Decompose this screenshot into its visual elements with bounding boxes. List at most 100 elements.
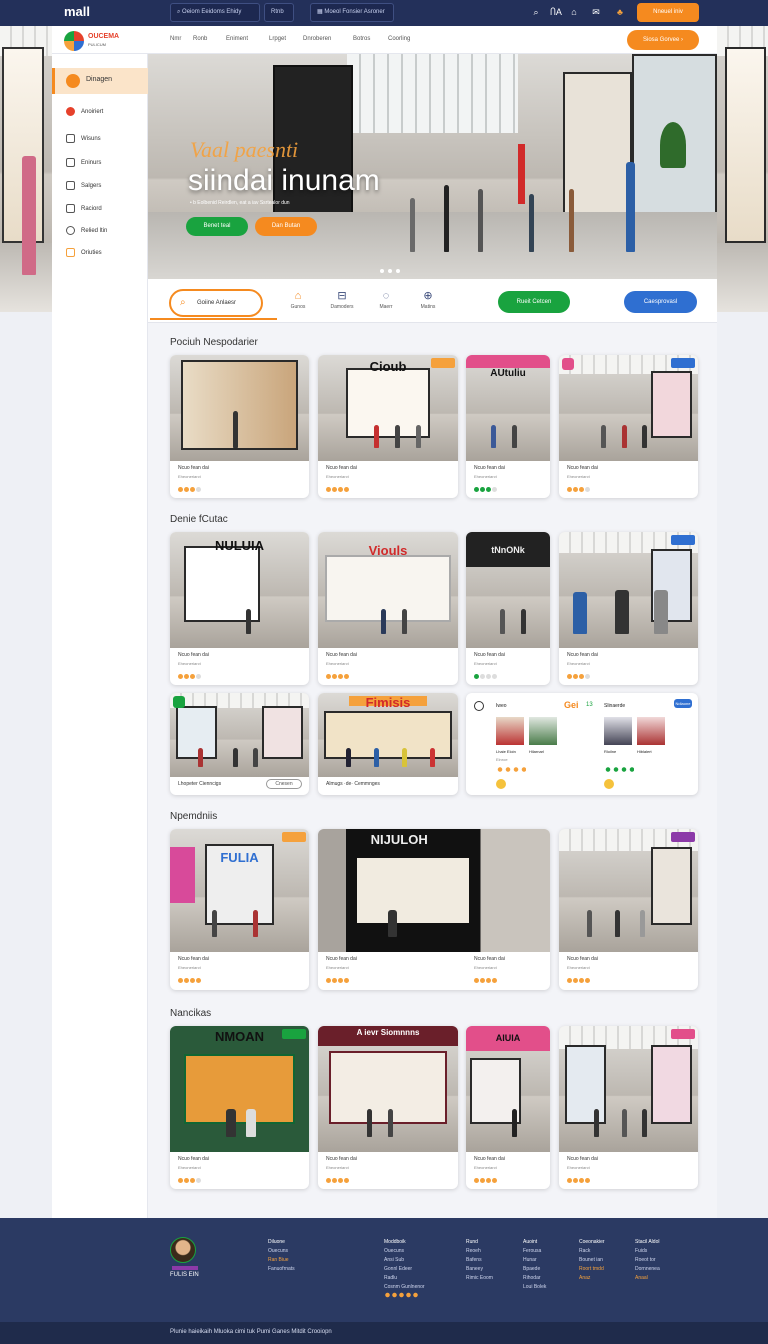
strip-blue-button[interactable]: Caesprovasl [624, 291, 697, 313]
strip-globe[interactable]: ⊕ Matins [413, 290, 443, 310]
color-swatches [384, 1292, 418, 1298]
footer-link[interactable]: Radlu [384, 1274, 425, 1283]
card-subtitle: Eheoneriarct [567, 661, 590, 666]
footer-link[interactable]: Anaal [635, 1274, 660, 1283]
avatar[interactable] [170, 1237, 196, 1263]
footer-link[interactable]: Ansi Sub [384, 1256, 425, 1265]
sidebar-item-5[interactable]: Raciord [66, 202, 146, 216]
strip-chat[interactable]: ◌ Maerr [371, 290, 401, 310]
nav-item-6[interactable]: Botros [353, 36, 370, 42]
footer-link[interactable]: Fuids [635, 1247, 660, 1256]
promo-item: Hilarnarl [529, 749, 544, 754]
promo-thumb[interactable] [637, 717, 665, 745]
promo-item: Hiblalert [637, 749, 652, 754]
footer-col-2: Moddboik Ouecuns Ansi Sub Gonnl Edeer Radlu C… [384, 1238, 425, 1292]
sidebar-label-5: Raciord [81, 206, 102, 212]
footer-link[interactable]: Ouecuns [384, 1247, 425, 1256]
home-icon[interactable]: ⌂ [568, 6, 580, 18]
footer-link[interactable]: Gonnl Edeer [384, 1265, 425, 1274]
store-card[interactable]: Ncuo fean dai Eheoneriarct [559, 355, 698, 498]
store-card[interactable]: NULUIA Ncuo fean dai Eheoneriarct [170, 532, 309, 685]
search-icon[interactable]: ⌕ [530, 6, 542, 18]
card-subtitle: Eheoneriarct [178, 1165, 201, 1170]
footer-link[interactable]: Bafens [466, 1256, 493, 1265]
top-search-input[interactable]: ⌕ Oeiom Eeidoms Ehidy [170, 3, 260, 22]
store-card-wide[interactable]: Fimisis Almugs ·de· Cemmnges [318, 693, 458, 795]
carousel-dot[interactable] [380, 269, 384, 273]
store-card[interactable]: Cioub Ncuo fean dai Eheoneriarct [318, 355, 458, 498]
promo-thumb[interactable] [496, 717, 524, 745]
hero-primary-button[interactable]: Benet teal [186, 217, 248, 236]
sidebar-item-6[interactable]: Relied ltin [66, 224, 146, 238]
nav-cta-button[interactable]: Siosa Gorvee › [627, 30, 699, 50]
app-logo[interactable]: mall [64, 4, 90, 19]
footer-link[interactable]: Ran Biue [268, 1256, 295, 1265]
card-subtitle: Eheoneriarct [567, 474, 590, 479]
nav-item-1[interactable]: Nmr [170, 36, 181, 42]
store-card[interactable]: NIJULOH Ncuo fean dai Eheoneriarct Ncuo … [318, 829, 550, 990]
sidebar-item-4[interactable]: Salgers [66, 179, 146, 193]
footer-link[interactable]: Roeot tor [635, 1256, 660, 1265]
store-card[interactable]: AIUIA Ncuo fean dai Eheoneriarct [466, 1026, 550, 1189]
store-card-wide[interactable]: Lhopeter Cienncigs Cnesen [170, 693, 309, 795]
bell-icon[interactable]: ♣ [614, 6, 626, 18]
store-card[interactable]: Viouls Ncuo fean dai Eheoneriarct [318, 532, 458, 685]
store-card[interactable]: Ncuo fean dai Eheoneriarct [559, 532, 698, 685]
card-title: Ncuo fean dai [326, 956, 357, 962]
nav-item-3[interactable]: Eniment [226, 36, 248, 42]
carousel-dot[interactable] [388, 269, 392, 273]
strip-search-button[interactable]: ⌕ Goiine Anlaesr [169, 289, 263, 317]
promo-tag[interactable]: Ndiaone [674, 699, 692, 708]
card-badge [671, 535, 695, 545]
user-icon[interactable]: ႶA [550, 6, 562, 18]
footer-link[interactable]: Rihodar [523, 1274, 546, 1283]
hero-secondary-button[interactable]: Dan Butan [255, 217, 317, 236]
store-card[interactable]: NMOAN Ncuo fean dai Eheoneriarct [170, 1026, 309, 1189]
promo-item: Elnroe [496, 757, 508, 762]
footer-link[interactable]: Rimic Eoom [466, 1274, 493, 1283]
footer-link[interactable]: Hunar [523, 1256, 546, 1265]
store-card[interactable]: FULIA Ncuo fean dai Eheoneriarct [170, 829, 309, 990]
footer-link[interactable]: Ouecuns [268, 1247, 295, 1256]
top-cta-button[interactable]: Nneuel iniv [637, 3, 699, 22]
store-card[interactable]: A ievr Siomnnns Ncuo fean dai Eheoneriar… [318, 1026, 458, 1189]
footer-link[interactable]: Loui Bolek [523, 1283, 546, 1292]
secondary-search-input[interactable]: ▦ Moeol Fonsier Asroner [310, 3, 394, 22]
card-title: Ncuo fean dai [178, 652, 209, 658]
nav-item-4[interactable]: Lrpget [269, 36, 286, 42]
store-card[interactable]: Ncuo fean dai Eheoneriarct [559, 1026, 698, 1189]
nav-item-5[interactable]: Dnroberen [303, 36, 331, 42]
store-card[interactable]: Ncuo fean dai Eheoneriarct [170, 355, 309, 498]
footer-link[interactable]: Ferousa [523, 1247, 546, 1256]
store-card[interactable]: Ncuo fean dai Eheoneriarct [559, 829, 698, 990]
strip-home[interactable]: ⌂ Gunos [283, 290, 313, 310]
nav-item-2[interactable]: Ronb [193, 36, 207, 42]
footer-link[interactable]: Bounet ian [579, 1256, 605, 1265]
promo-card[interactable]: Iweo Gei 13 Slinaerde Ndiaone Lhaie Eloi… [466, 693, 698, 795]
footer-link[interactable]: Roort tmdd [579, 1265, 605, 1274]
carousel-dots[interactable] [380, 266, 404, 275]
carousel-dot[interactable] [396, 269, 400, 273]
footer-link[interactable]: Anaz [579, 1274, 605, 1283]
promo-thumb[interactable] [604, 717, 632, 745]
footer-link[interactable]: Fanuofrnats [268, 1265, 295, 1274]
mail-icon[interactable]: ✉ [590, 6, 602, 18]
strip-green-button[interactable]: Rueit Cetcen [498, 291, 570, 313]
location-select[interactable]: Rtnb [264, 3, 294, 22]
sidebar-item-7[interactable]: Oriuties [66, 246, 146, 260]
footer-link[interactable]: Bpaede [523, 1265, 546, 1274]
footer-link[interactable]: Cosnm Gunlnenor [384, 1283, 425, 1292]
wide-card-button[interactable]: Cnesen [266, 779, 302, 789]
promo-thumb[interactable] [529, 717, 557, 745]
footer-link[interactable]: Baneey [466, 1265, 493, 1274]
sidebar-item-3[interactable]: Eninurs [66, 156, 146, 170]
sidebar-item-1[interactable]: Anoiriert [66, 105, 146, 119]
footer-link[interactable]: Reoeh [466, 1247, 493, 1256]
footer-link[interactable]: Rack [579, 1247, 605, 1256]
store-card[interactable]: tNnONk Ncuo fean dai Eheoneriarct [466, 532, 550, 685]
footer-link[interactable]: Dornnenea [635, 1265, 660, 1274]
store-card[interactable]: AUtuliu Ncuo fean dai Eheoneriarct [466, 355, 550, 498]
sidebar-item-2[interactable]: Wisuns [66, 132, 146, 146]
strip-bag[interactable]: ⊟ Damoders [327, 290, 357, 310]
nav-item-7[interactable]: Coorling [388, 36, 410, 42]
